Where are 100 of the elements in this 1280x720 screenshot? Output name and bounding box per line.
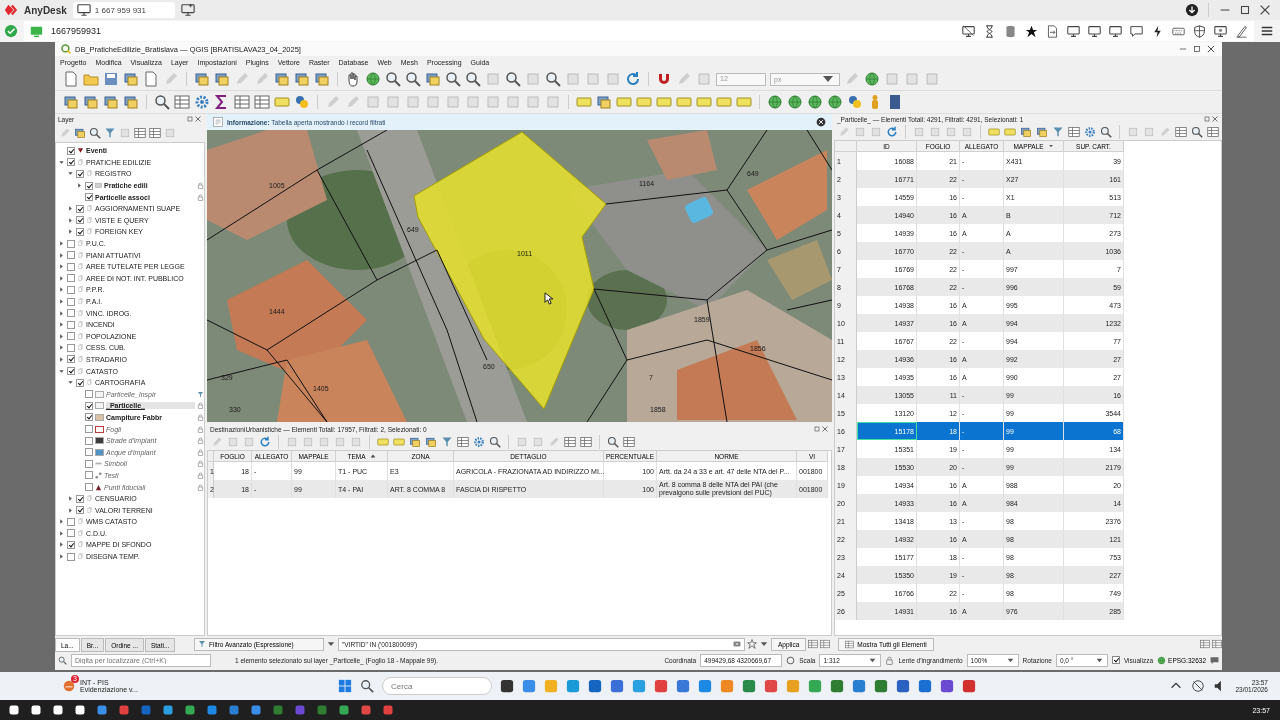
- magnifier-icon[interactable]: [505, 71, 521, 87]
- app-tile-icon[interactable]: [96, 704, 108, 716]
- start-icon[interactable]: [338, 679, 352, 693]
- app-tile-icon[interactable]: [118, 704, 130, 716]
- two-circles-icon[interactable]: [847, 94, 863, 110]
- magnifier-icon[interactable]: [545, 71, 561, 87]
- filter-icon[interactable]: [104, 127, 116, 139]
- expand-arrow-icon[interactable]: [67, 506, 74, 514]
- checkbox[interactable]: [67, 274, 75, 283]
- eye-off-icon[interactable]: [962, 24, 975, 38]
- magnifier-icon[interactable]: [465, 71, 481, 87]
- app-tile-icon[interactable]: [610, 679, 624, 693]
- table-icon[interactable]: [174, 94, 190, 110]
- expand-arrow-icon[interactable]: [67, 379, 74, 387]
- app-tile-icon[interactable]: [698, 679, 712, 693]
- magnet-icon[interactable]: [656, 71, 672, 87]
- table-icon[interactable]: [623, 436, 635, 448]
- refresh-icon[interactable]: [625, 71, 641, 87]
- document-icon[interactable]: [63, 71, 79, 87]
- app-tile-icon[interactable]: [808, 679, 822, 693]
- layers-icon[interactable]: [83, 94, 99, 110]
- two-circles-icon[interactable]: [294, 94, 310, 110]
- checkbox[interactable]: [85, 401, 93, 410]
- app-tile-icon[interactable]: [162, 704, 174, 716]
- book-icon[interactable]: [887, 94, 903, 110]
- globe-icon[interactable]: [365, 71, 381, 87]
- table-icon[interactable]: [254, 94, 270, 110]
- maximize-icon[interactable]: [1192, 44, 1202, 54]
- app-tile-icon[interactable]: [382, 704, 394, 716]
- undock-icon[interactable]: [186, 114, 194, 123]
- checkbox[interactable]: [67, 285, 75, 294]
- refresh-icon[interactable]: [886, 126, 898, 138]
- app-tile-icon[interactable]: [940, 679, 954, 693]
- menu-icon[interactable]: [1260, 24, 1274, 38]
- lock-icon[interactable]: [885, 655, 895, 665]
- checkbox[interactable]: [76, 170, 84, 178]
- checkbox[interactable]: [76, 216, 84, 225]
- table-icon[interactable]: [134, 127, 146, 139]
- checkbox[interactable]: [85, 413, 93, 422]
- magnifier-icon[interactable]: [1100, 126, 1112, 138]
- layers-icon[interactable]: [294, 71, 310, 87]
- app-tile-icon[interactable]: [764, 679, 778, 693]
- expand-arrow-icon[interactable]: [58, 553, 65, 561]
- search-field[interactable]: Cerca: [382, 677, 492, 695]
- file-arrow-icon[interactable]: [1046, 24, 1059, 38]
- table-icon[interactable]: [234, 94, 250, 110]
- checkbox[interactable]: [67, 239, 75, 248]
- globe-icon[interactable]: [807, 94, 823, 110]
- globe-icon[interactable]: [787, 94, 803, 110]
- app-tile-icon[interactable]: [316, 704, 328, 716]
- app-tile-icon[interactable]: [962, 679, 976, 693]
- expand-arrow-icon[interactable]: [67, 228, 74, 236]
- hand-icon[interactable]: [345, 71, 361, 87]
- expand-arrow-icon[interactable]: [58, 251, 65, 259]
- filter-icon[interactable]: [1052, 126, 1064, 138]
- app-tile-icon[interactable]: [522, 679, 536, 693]
- expand-arrow-icon[interactable]: [58, 356, 65, 363]
- checkbox[interactable]: [76, 227, 84, 236]
- app-tile-icon[interactable]: [30, 704, 42, 716]
- layers-icon[interactable]: [425, 436, 437, 448]
- expand-arrow-icon[interactable]: [76, 182, 83, 190]
- layers-icon[interactable]: [409, 436, 421, 448]
- app-tile-icon[interactable]: [250, 704, 262, 716]
- layers-icon[interactable]: [425, 71, 441, 87]
- clear-icon[interactable]: [733, 640, 741, 648]
- expand-arrow-icon[interactable]: [67, 205, 74, 213]
- layers-icon[interactable]: [194, 71, 210, 87]
- checkbox[interactable]: [67, 367, 75, 376]
- app-tile-icon[interactable]: [52, 704, 64, 716]
- checkbox[interactable]: [67, 251, 75, 260]
- app-tile-icon[interactable]: [360, 704, 372, 716]
- checkbox[interactable]: [76, 378, 84, 387]
- no-network-icon[interactable]: [1191, 679, 1206, 693]
- maximize-icon[interactable]: [1238, 3, 1252, 17]
- database-icon[interactable]: [1004, 24, 1017, 38]
- table-icon[interactable]: [1200, 639, 1210, 649]
- download-icon[interactable]: [1185, 3, 1199, 17]
- app-tile-icon[interactable]: [742, 679, 756, 693]
- table-icon[interactable]: [1212, 639, 1222, 649]
- checkbox[interactable]: [85, 448, 93, 457]
- layers-icon[interactable]: [103, 94, 119, 110]
- layers-icon[interactable]: [123, 94, 139, 110]
- globe-icon[interactable]: [767, 94, 783, 110]
- app-tile-icon[interactable]: [852, 679, 866, 693]
- checkbox[interactable]: [67, 146, 75, 155]
- monitor-icon[interactable]: [1109, 24, 1122, 38]
- checkbox[interactable]: [85, 425, 93, 434]
- address-field[interactable]: 1667959931: [24, 21, 1254, 41]
- expand-arrow-icon[interactable]: [58, 309, 65, 317]
- expand-arrow-icon[interactable]: [58, 286, 65, 294]
- app-tile-icon[interactable]: [896, 679, 910, 693]
- close-icon[interactable]: [1206, 44, 1216, 54]
- layers-icon[interactable]: [274, 71, 290, 87]
- checkbox[interactable]: [67, 297, 75, 306]
- undock-icon[interactable]: [813, 424, 821, 433]
- gear-icon[interactable]: [1084, 126, 1096, 138]
- layers-icon[interactable]: [63, 94, 79, 110]
- app-tile-icon[interactable]: [654, 679, 668, 693]
- expand-arrow-icon[interactable]: [58, 541, 65, 549]
- monitor-icon[interactable]: [1088, 24, 1101, 38]
